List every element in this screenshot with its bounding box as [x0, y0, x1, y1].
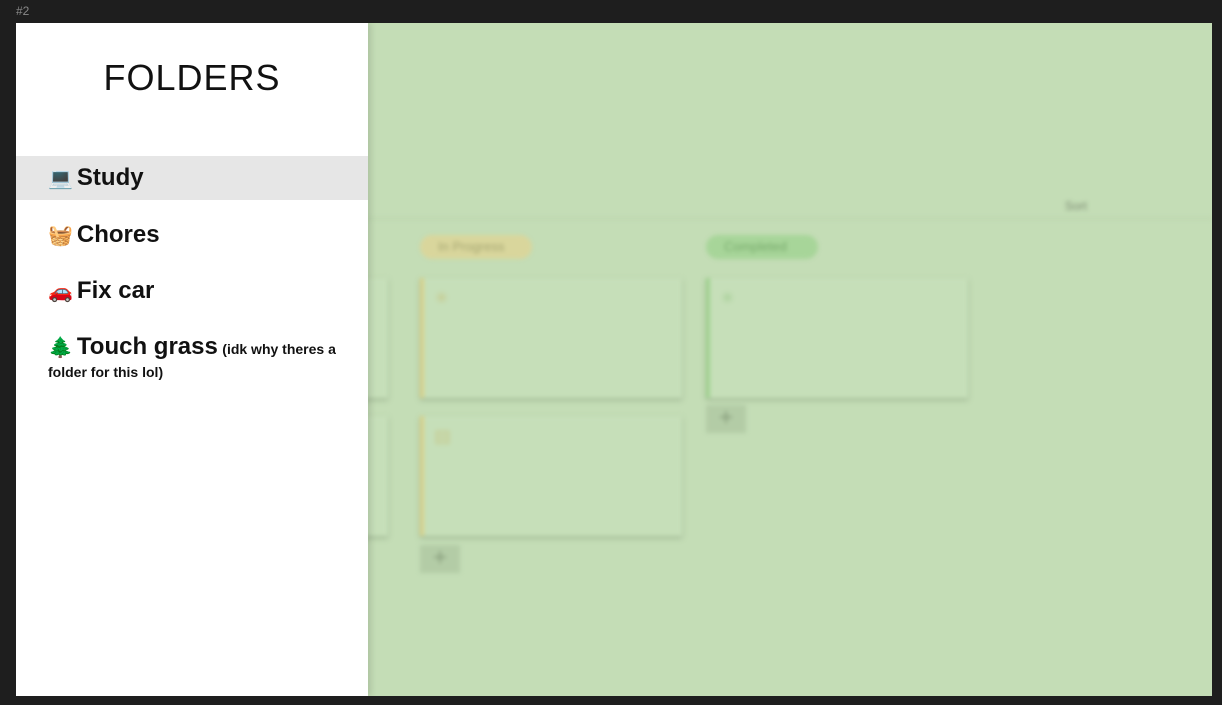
frame-label: #2	[16, 4, 30, 18]
sort-button[interactable]: Sort	[1065, 199, 1087, 213]
task-card[interactable]: ▤	[420, 416, 682, 536]
folder-item-study[interactable]: 💻 Study	[16, 156, 368, 200]
folders-panel: FOLDERS 💻 Study 🧺 Chores 🚗 Fix car 🌲 Touch g…	[16, 23, 368, 696]
tree-icon: 🌲	[48, 337, 73, 359]
app-frame: Sort In Progress Completed ✳ ▤ + ✳ + FOL…	[16, 23, 1212, 696]
folder-item-fix-car[interactable]: 🚗 Fix car	[16, 269, 368, 313]
column-label-completed: Completed	[706, 235, 818, 259]
basket-icon: 🧺	[48, 225, 73, 247]
task-card[interactable]: ✳	[706, 278, 968, 398]
car-icon: 🚗	[48, 281, 73, 303]
add-card-button[interactable]: +	[706, 405, 746, 433]
folder-name: Fix car	[76, 277, 155, 304]
bug-icon: ✳	[720, 288, 736, 308]
bug-icon: ✳	[434, 288, 450, 308]
add-card-button[interactable]: +	[420, 545, 460, 573]
task-card[interactable]: ✳	[420, 278, 682, 398]
panel-title: FOLDERS	[103, 57, 281, 98]
document-icon: ▤	[434, 426, 452, 446]
folder-item-chores[interactable]: 🧺 Chores	[16, 213, 368, 257]
folder-name: Touch grass	[76, 333, 218, 360]
folder-item-touch-grass[interactable]: 🌲 Touch grass (idk why theres a folder fo…	[16, 333, 368, 384]
folder-name: Study	[76, 164, 144, 191]
folder-name: Chores	[76, 221, 160, 248]
column-label-in-progress: In Progress	[420, 235, 532, 259]
laptop-icon: 💻	[48, 168, 73, 190]
